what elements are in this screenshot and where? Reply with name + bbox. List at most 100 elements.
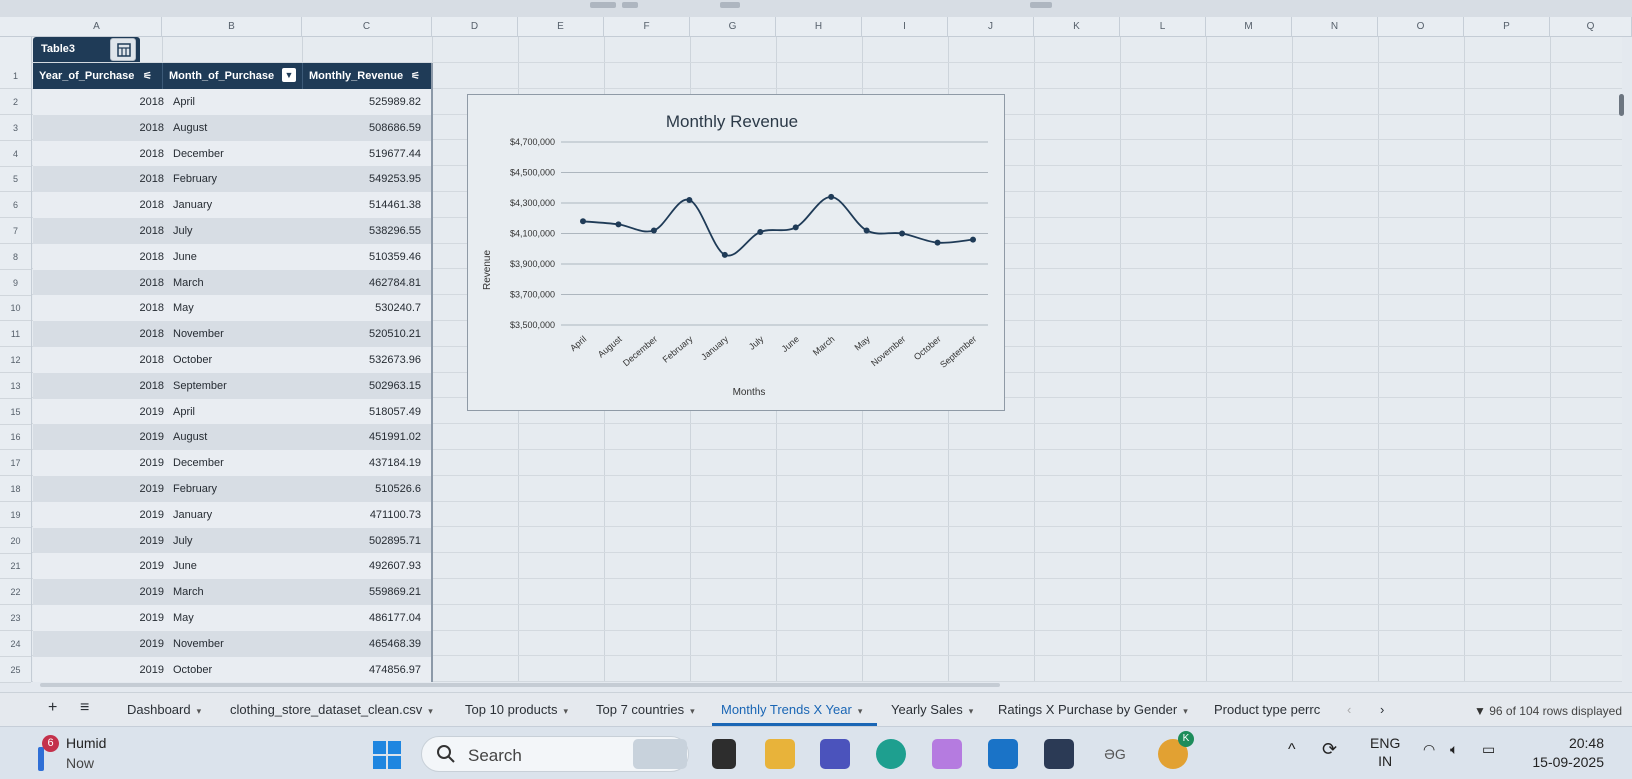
wifi-icon[interactable]: ◠ xyxy=(1423,741,1435,758)
row-number[interactable]: 24 xyxy=(0,631,31,657)
column-header-i[interactable]: I xyxy=(862,17,948,37)
column-header-p[interactable]: P xyxy=(1464,17,1550,37)
table-row[interactable]: 2019 March 559869.21 xyxy=(33,579,431,605)
revenue-point-june[interactable] xyxy=(792,224,799,231)
table-row[interactable]: 2019 February 510526.6 xyxy=(33,476,431,502)
row-number[interactable]: 9 xyxy=(0,270,31,296)
filter-icon[interactable]: ⚟ xyxy=(411,71,420,82)
tab-yearly-sales[interactable]: Yearly Sales ▾ xyxy=(891,702,973,717)
table-row[interactable]: 2019 January 471100.73 xyxy=(33,502,431,528)
filter-icon[interactable]: ⚟ xyxy=(143,71,152,82)
revenue-point-april[interactable] xyxy=(580,218,586,225)
app-icon[interactable]: ƏG xyxy=(1100,739,1130,769)
language-indicator[interactable]: ENG IN xyxy=(1370,734,1400,770)
revenue-point-january[interactable] xyxy=(721,251,728,258)
outlook-icon[interactable] xyxy=(988,739,1018,769)
table-row[interactable]: 2018 September 502963.15 xyxy=(33,373,431,399)
toolbar-button[interactable] xyxy=(720,2,740,8)
table-row[interactable]: 2018 April 525989.82 xyxy=(33,89,431,115)
row-number[interactable]: 19 xyxy=(0,502,31,528)
row-number[interactable]: 3 xyxy=(0,115,31,141)
column-header-c[interactable]: C xyxy=(302,17,432,37)
column-header-q[interactable]: Q xyxy=(1550,17,1632,37)
table-row[interactable]: 2018 May 530240.7 xyxy=(33,295,431,321)
row-number[interactable]: 12 xyxy=(0,347,31,373)
tab-ratings-purchase-gender[interactable]: Ratings X Purchase by Gender ▾ xyxy=(998,702,1188,717)
table-row[interactable]: 2019 July 502895.71 xyxy=(33,528,431,554)
tab-top-10-products[interactable]: Top 10 products ▾ xyxy=(465,702,568,717)
table-row[interactable]: 2018 January 514461.38 xyxy=(33,192,431,218)
add-sheet-button[interactable]: + xyxy=(48,699,57,717)
column-header-h[interactable]: H xyxy=(776,17,862,37)
revenue-point-july[interactable] xyxy=(757,228,764,235)
chevron-up-icon[interactable]: ^ xyxy=(1288,741,1296,759)
column-header-a[interactable]: A xyxy=(32,17,162,37)
revenue-point-may[interactable] xyxy=(863,227,870,234)
tab-dashboard[interactable]: Dashboard ▾ xyxy=(127,702,201,717)
table-row[interactable]: 2018 June 510359.46 xyxy=(33,244,431,270)
toolbar-button[interactable] xyxy=(590,2,616,8)
table-settings-icon[interactable] xyxy=(110,38,136,61)
row-number[interactable]: 22 xyxy=(0,579,31,605)
revenue-point-september[interactable] xyxy=(970,236,976,243)
table-row[interactable]: 2019 October 474856.97 xyxy=(33,657,431,682)
row-number[interactable]: 2 xyxy=(0,89,31,115)
row-number[interactable]: 6 xyxy=(0,192,31,218)
tab-clothing-store-dataset[interactable]: clothing_store_dataset_clean.csv ▾ xyxy=(230,702,433,717)
row-number[interactable]: 23 xyxy=(0,605,31,631)
column-header-f[interactable]: F xyxy=(604,17,690,37)
row-number[interactable]: 17 xyxy=(0,450,31,476)
filter-active-icon[interactable]: ▼ xyxy=(282,68,296,82)
table-row[interactable]: 2018 October 532673.96 xyxy=(33,347,431,373)
column-header-m[interactable]: M xyxy=(1206,17,1292,37)
table-row[interactable]: 2018 August 508686.59 xyxy=(33,115,431,141)
revenue-point-february[interactable] xyxy=(686,196,693,203)
column-header-k[interactable]: K xyxy=(1034,17,1120,37)
revenue-point-december[interactable] xyxy=(650,227,657,234)
scroll-thumb[interactable] xyxy=(1619,94,1624,116)
row-number[interactable]: 10 xyxy=(0,295,31,321)
row-number[interactable]: 8 xyxy=(0,244,31,270)
teams-icon[interactable] xyxy=(820,739,850,769)
search-highlight-icon[interactable] xyxy=(633,739,687,769)
horizontal-scrollbar[interactable] xyxy=(40,682,1600,688)
column-header-d[interactable]: D xyxy=(432,17,518,37)
table-row[interactable]: 2019 December 437184.19 xyxy=(33,450,431,476)
table-row[interactable]: 2018 November 520510.21 xyxy=(33,321,431,347)
row-number[interactable]: 1 xyxy=(0,63,31,89)
toolbar-button[interactable] xyxy=(622,2,638,8)
column-header-l[interactable]: L xyxy=(1120,17,1206,37)
column-header-e[interactable]: E xyxy=(518,17,604,37)
next-tab-button[interactable]: › xyxy=(1380,702,1384,717)
table-row[interactable]: 2019 November 465468.39 xyxy=(33,631,431,657)
start-button[interactable] xyxy=(373,741,401,769)
row-number[interactable]: 11 xyxy=(0,321,31,347)
row-number[interactable]: 5 xyxy=(0,166,31,192)
column-header-b[interactable]: B xyxy=(162,17,302,37)
table-row[interactable]: 2018 March 462784.81 xyxy=(33,270,431,296)
monthly-revenue-chart[interactable]: Monthly Revenue Revenue Months $3,500,00… xyxy=(467,94,1005,411)
clock[interactable]: 20:48 15-09-2025 xyxy=(1532,734,1604,772)
row-number[interactable]: 13 xyxy=(0,373,31,399)
row-number[interactable]: 25 xyxy=(0,657,31,683)
revenue-point-november[interactable] xyxy=(899,230,906,237)
table-row[interactable]: 2019 April 518057.49 xyxy=(33,399,431,425)
copilot-app-icon[interactable] xyxy=(932,739,962,769)
tab-top-7-countries[interactable]: Top 7 countries ▾ xyxy=(596,702,695,717)
sync-icon[interactable]: ⟳ xyxy=(1322,739,1337,760)
row-number[interactable]: 4 xyxy=(0,141,31,167)
row-number[interactable]: 18 xyxy=(0,476,31,502)
revenue-point-august[interactable] xyxy=(615,221,622,228)
table-row[interactable]: 2019 May 486177.04 xyxy=(33,605,431,631)
table-row[interactable]: 2018 July 538296.55 xyxy=(33,218,431,244)
toolbar-button[interactable] xyxy=(1030,2,1052,8)
edge-icon[interactable] xyxy=(876,739,906,769)
scroll-thumb[interactable] xyxy=(40,683,1000,687)
vertical-scrollbar[interactable] xyxy=(1618,90,1626,682)
column-header-j[interactable]: J xyxy=(948,17,1034,37)
table-row[interactable]: 2019 August 451991.02 xyxy=(33,424,431,450)
prev-tab-button[interactable]: ‹ xyxy=(1347,702,1351,717)
table-row[interactable]: 2018 February 549253.95 xyxy=(33,166,431,192)
table-row[interactable]: 2019 June 492607.93 xyxy=(33,553,431,579)
row-number[interactable]: 21 xyxy=(0,553,31,579)
